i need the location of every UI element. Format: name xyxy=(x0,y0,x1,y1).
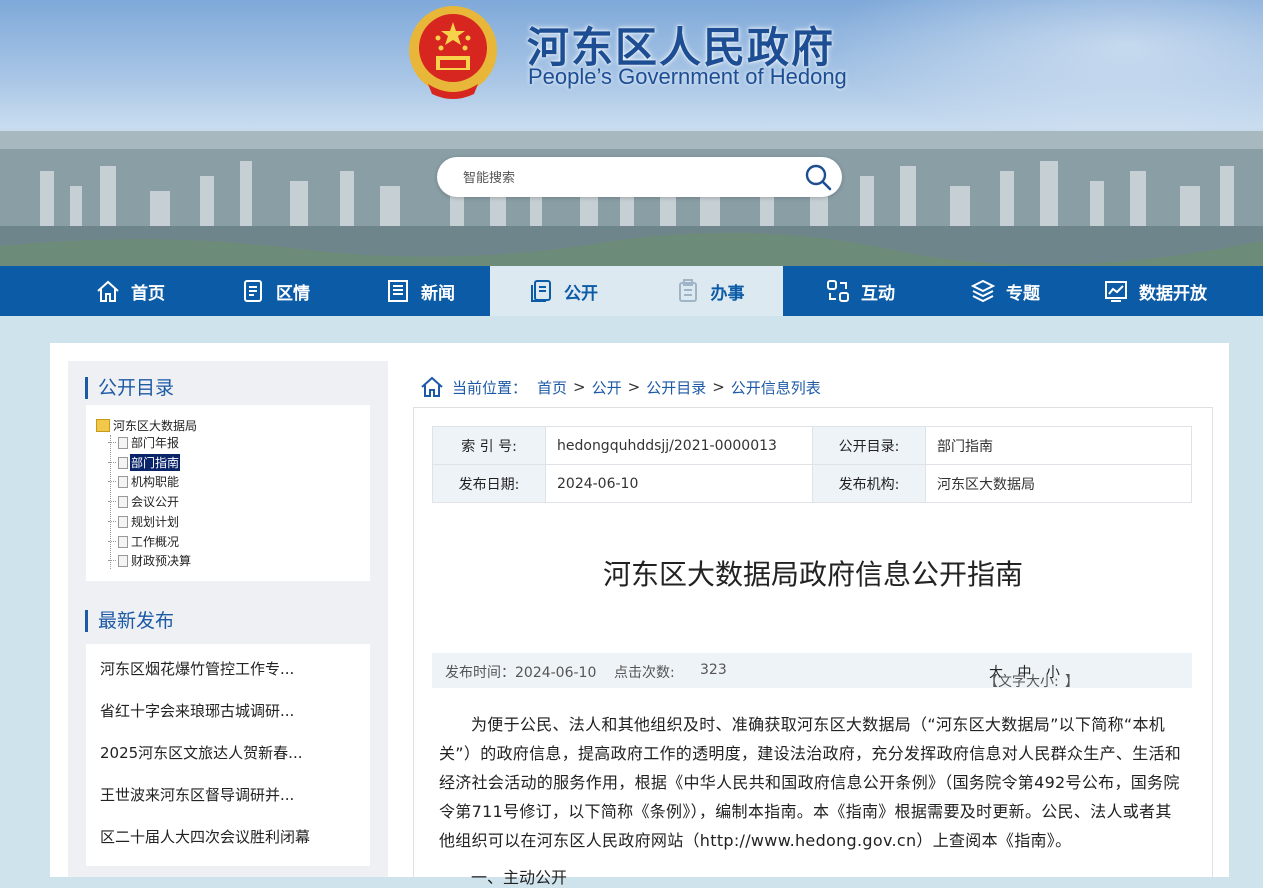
search-input[interactable] xyxy=(461,167,785,189)
date-label: 发布日期: xyxy=(432,464,546,503)
nav-label: 专题 xyxy=(1006,283,1040,304)
tree-item-work-overview[interactable]: 工作概况 xyxy=(108,532,180,551)
article-paragraph: 为便于公民、法人和其他组织及时、准确获取河东区大数据局（“河东区大数据局”以下简… xyxy=(439,715,1182,850)
file-icon xyxy=(118,436,128,449)
nav-open[interactable]: 公开 xyxy=(490,266,636,316)
file-icon xyxy=(118,554,128,567)
nav-services[interactable]: 办事 xyxy=(636,266,783,316)
publish-time: 发布时间：2024-06-10 xyxy=(445,665,597,681)
breadcrumb-sep: > xyxy=(712,378,725,396)
data-chart-icon xyxy=(1105,281,1127,302)
nav-label: 新闻 xyxy=(421,283,455,304)
catalog-value: 部门指南 xyxy=(925,426,1192,465)
index-label: 索 引 号: xyxy=(432,426,546,465)
content-panel: 公开目录 河东区大数据局 部门年报 部门指南 机构职能 会议公开 规划计划 工作… xyxy=(50,343,1229,887)
document-icon xyxy=(244,280,262,302)
file-icon xyxy=(118,515,128,528)
tree-item-plans[interactable]: 规划计划 xyxy=(108,512,180,531)
map-decoration xyxy=(803,0,1263,150)
tree-item-budget[interactable]: 财政预决算 xyxy=(108,551,192,570)
clicks-value: 323 xyxy=(700,662,727,678)
font-size-end: 】 xyxy=(1064,674,1079,690)
list-item[interactable]: 河东区烟花爆竹管控工作专... xyxy=(100,659,294,679)
org-label: 发布机构: xyxy=(812,464,926,503)
open-file-icon xyxy=(531,280,551,302)
tree-item-department-guide[interactable]: 部门指南 xyxy=(108,453,181,472)
layers-icon xyxy=(970,279,996,303)
site-subtitle: People’s Government of Hedong xyxy=(528,64,847,89)
breadcrumb-prefix: 当前位置： xyxy=(452,378,528,397)
nav-label: 数据开放 xyxy=(1139,283,1207,304)
latest-heading: 最新发布 xyxy=(85,610,174,632)
nav-topics[interactable]: 专题 xyxy=(935,266,1075,316)
latest-news-list: 河东区烟花爆竹管控工作专... 省红十字会来琅琊古城调研... 2025河东区文… xyxy=(86,644,370,866)
folder-icon xyxy=(96,419,110,432)
tree-root[interactable]: 河东区大数据局 xyxy=(96,417,197,434)
nav-label: 办事 xyxy=(710,283,745,304)
breadcrumb-list[interactable]: 公开信息列表 xyxy=(731,377,821,398)
nav-label: 公开 xyxy=(564,283,598,304)
list-item[interactable]: 2025河东区文旅达人贺新春... xyxy=(100,743,302,763)
nav-interact[interactable]: 互动 xyxy=(790,266,930,316)
list-item[interactable]: 省红十字会来琅琊古城调研... xyxy=(100,701,294,721)
city-skyline-banner xyxy=(0,131,1263,266)
list-item[interactable]: 王世波来河东区督导调研并... xyxy=(100,785,294,805)
tree-item-annual-report[interactable]: 部门年报 xyxy=(108,433,180,452)
tree-root-label: 河东区大数据局 xyxy=(113,419,198,433)
breadcrumb-open[interactable]: 公开 xyxy=(592,377,622,398)
nav-region[interactable]: 区情 xyxy=(205,266,345,316)
nav-home[interactable]: 首页 xyxy=(60,266,200,316)
file-icon xyxy=(118,475,128,488)
list-item[interactable]: 区二十届人大四次会议胜利闭幕 xyxy=(100,827,310,847)
catalog-heading: 公开目录 xyxy=(85,377,174,399)
tree-item-meetings[interactable]: 会议公开 xyxy=(108,492,180,511)
search-box xyxy=(437,157,842,197)
main-nav: 首页 区情 新闻 公开 办事 互动 专题 数据开放 xyxy=(0,266,1263,316)
article-info-bar: 发布时间：2024-06-10 点击次数: 323 【文字大小: 大 中 小 】 xyxy=(432,653,1192,690)
catalog-label: 公开目录: xyxy=(812,426,926,465)
interact-icon xyxy=(827,280,849,302)
meta-table: 索 引 号: hedongquhddsjj/2021-0000013 公开目录:… xyxy=(432,426,1192,503)
date-value: 2024-06-10 xyxy=(545,464,813,503)
breadcrumb-sep: > xyxy=(627,378,641,396)
tree-item-functions[interactable]: 机构职能 xyxy=(108,472,180,491)
home-icon xyxy=(97,280,119,302)
nav-open-data[interactable]: 数据开放 xyxy=(1085,266,1225,316)
font-size-label: 【文字大小: xyxy=(984,674,1059,690)
font-size-control: 【文字大小: 大 中 小 】 xyxy=(984,662,1079,690)
article-section-heading: 一、主动公开 xyxy=(471,868,568,887)
file-icon xyxy=(118,535,128,548)
breadcrumb-sep: > xyxy=(573,378,586,396)
clipboard-icon xyxy=(678,279,697,302)
index-value: hedongquhddsjj/2021-0000013 xyxy=(545,426,813,465)
search-icon[interactable] xyxy=(804,163,832,191)
nav-news[interactable]: 新闻 xyxy=(350,266,490,316)
org-value: 河东区大数据局 xyxy=(925,464,1192,503)
news-icon xyxy=(388,280,408,302)
nav-label: 互动 xyxy=(861,283,895,304)
file-icon xyxy=(118,495,128,508)
breadcrumb-catalog[interactable]: 公开目录 xyxy=(646,377,706,398)
sidebar: 公开目录 河东区大数据局 部门年报 部门指南 机构职能 会议公开 规划计划 工作… xyxy=(68,361,388,877)
file-icon xyxy=(118,456,128,469)
article-container: 索 引 号: hedongquhddsjj/2021-0000013 公开目录:… xyxy=(413,407,1213,887)
breadcrumb-home[interactable]: 首页 xyxy=(537,377,567,398)
breadcrumb: 当前位置： 首页 > 公开 > 公开目录 > 公开信息列表 xyxy=(420,375,821,399)
site-header: 河东区人民政府 People’s Government of Hedong xyxy=(0,0,1263,266)
catalog-tree: 河东区大数据局 部门年报 部门指南 机构职能 会议公开 规划计划 工作概况 财政… xyxy=(86,405,370,581)
nav-label: 区情 xyxy=(276,283,310,304)
home-icon xyxy=(421,376,443,397)
clicks-label: 点击次数: xyxy=(614,665,675,681)
article-title: 河东区大数据局政府信息公开指南 xyxy=(602,558,1023,591)
nav-label: 首页 xyxy=(131,283,165,304)
national-emblem-logo xyxy=(409,6,497,99)
